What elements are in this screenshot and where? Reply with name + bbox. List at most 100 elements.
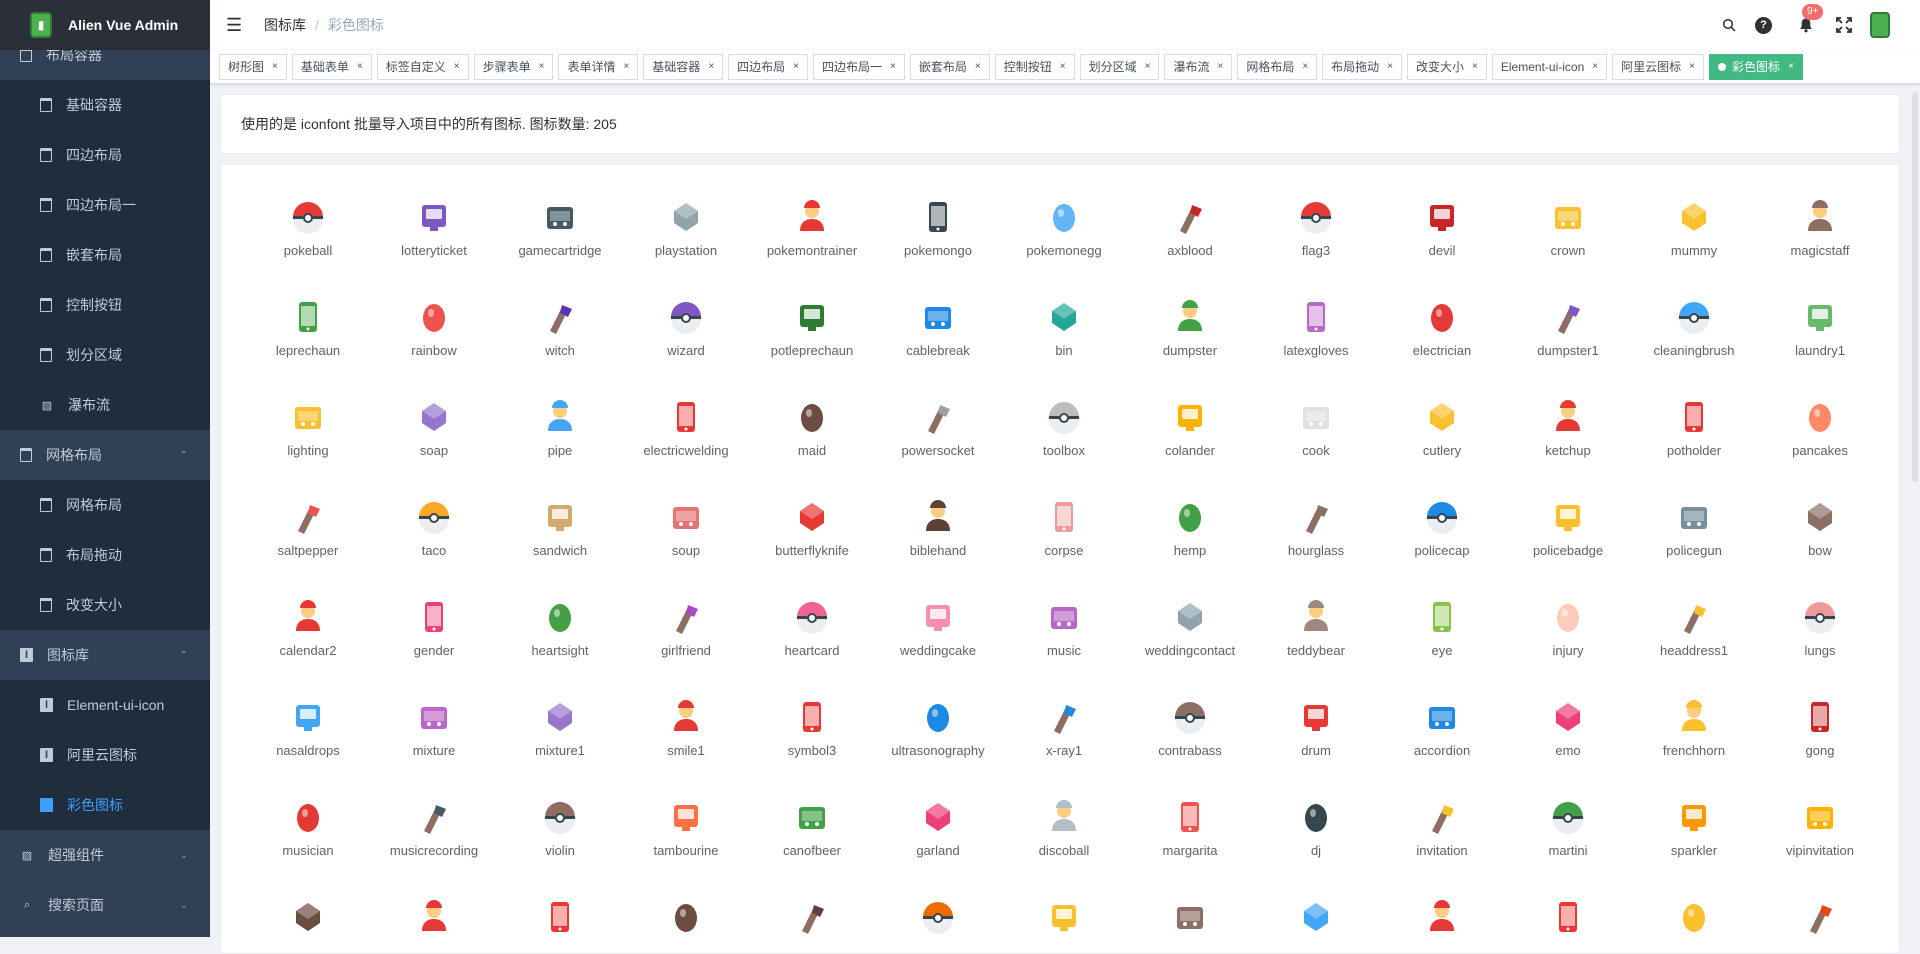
icon-cell[interactable]: crown [1505,195,1631,295]
close-icon[interactable]: × [1788,61,1794,72]
icon-cell[interactable]: lungs [1757,595,1883,695]
icon-cell[interactable]: injury [1505,595,1631,695]
tag-item[interactable]: 步骤表单 × [473,53,554,80]
icon-cell[interactable]: taco [371,495,497,595]
icon-cell[interactable] [749,895,875,953]
icon-cell[interactable] [1379,895,1505,953]
icon-cell[interactable] [1127,895,1253,953]
sidebar-item[interactable]: 控制按钮 [0,280,210,330]
tag-item[interactable]: 四边布局 × [728,53,809,80]
icon-cell[interactable]: dumpster [1127,295,1253,395]
search-icon[interactable] [1717,13,1741,37]
close-icon[interactable]: × [454,61,460,72]
icon-cell[interactable]: weddingcake [875,595,1001,695]
close-icon[interactable]: × [1472,61,1478,72]
tag-item[interactable]: 控制按钮 × [994,53,1075,80]
icon-cell[interactable]: cleaningbrush [1631,295,1757,395]
close-icon[interactable]: × [357,61,363,72]
icon-cell[interactable]: electricwelding [623,395,749,495]
tag-item[interactable]: 标签自定义 × [376,53,469,80]
sidebar-item[interactable]: I 图标库 ⌃ [0,630,210,680]
icon-cell[interactable]: bin [1001,295,1127,395]
icon-cell[interactable]: cook [1253,395,1379,495]
icon-cell[interactable]: gamecartridge [497,195,623,295]
icon-cell[interactable]: ketchup [1505,395,1631,495]
icon-cell[interactable]: heartsight [497,595,623,695]
icon-cell[interactable]: maid [749,395,875,495]
icon-cell[interactable]: pokemontrainer [749,195,875,295]
icon-cell[interactable]: contrabass [1127,695,1253,795]
tag-item[interactable]: 网格布局 × [1237,53,1318,80]
icon-cell[interactable]: latexgloves [1253,295,1379,395]
sidebar-item[interactable]: 四边布局 [0,130,210,180]
icon-cell[interactable]: biblehand [875,495,1001,595]
icon-cell[interactable]: eye [1379,595,1505,695]
icon-cell[interactable]: saltpepper [245,495,371,595]
icon-cell[interactable]: axblood [1127,195,1253,295]
fullscreen-icon[interactable] [1832,13,1856,37]
icon-cell[interactable]: heartcard [749,595,875,695]
icon-cell[interactable]: devil [1379,195,1505,295]
icon-cell[interactable]: mixture [371,695,497,795]
icon-cell[interactable]: canofbeer [749,795,875,895]
icon-cell[interactable]: margarita [1127,795,1253,895]
icon-cell[interactable]: musicrecording [371,795,497,895]
icon-cell[interactable]: symbol3 [749,695,875,795]
icon-cell[interactable]: girlfriend [623,595,749,695]
tag-item[interactable]: 表单详情 × [558,53,639,80]
icon-cell[interactable]: soup [623,495,749,595]
icon-cell[interactable]: emo [1505,695,1631,795]
icon-cell[interactable]: potholder [1631,395,1757,495]
close-icon[interactable]: × [272,61,278,72]
icon-cell[interactable]: policecap [1379,495,1505,595]
icon-cell[interactable]: hemp [1127,495,1253,595]
sidebar-item[interactable]: I Element-ui-icon [0,680,210,730]
sidebar-item[interactable]: 划分区域 [0,330,210,380]
sidebar-item[interactable]: 网格布局 ⌃ [0,430,210,480]
icon-cell[interactable]: cutlery [1379,395,1505,495]
icon-cell[interactable]: potleprechaun [749,295,875,395]
sidebar-item[interactable]: 四边布局一 [0,180,210,230]
sidebar-item[interactable]: 基础容器 [0,80,210,130]
icon-cell[interactable]: powersocket [875,395,1001,495]
icon-cell[interactable]: policegun [1631,495,1757,595]
icon-cell[interactable]: flag3 [1253,195,1379,295]
icon-cell[interactable]: dumpster1 [1505,295,1631,395]
icon-cell[interactable]: discoball [1001,795,1127,895]
icon-cell[interactable] [875,895,1001,953]
icon-cell[interactable]: colander [1127,395,1253,495]
sidebar-item[interactable]: I 阿里云图标 [0,730,210,780]
icon-cell[interactable] [1505,895,1631,953]
icon-cell[interactable]: sparkler [1631,795,1757,895]
icon-cell[interactable]: pancakes [1757,395,1883,495]
icon-cell[interactable]: nasaldrops [245,695,371,795]
icon-cell[interactable] [1001,895,1127,953]
tag-item[interactable]: Element-ui-icon × [1491,53,1608,80]
tag-item[interactable]: 嵌套布局 × [909,53,990,80]
icon-cell[interactable]: mixture1 [497,695,623,795]
tag-item[interactable]: 树形图 × [219,53,287,80]
icon-cell[interactable]: music [1001,595,1127,695]
icon-cell[interactable]: frenchhorn [1631,695,1757,795]
icon-cell[interactable]: calendar2 [245,595,371,695]
icon-cell[interactable]: invitation [1379,795,1505,895]
icon-cell[interactable] [371,895,497,953]
icon-cell[interactable]: weddingcontact [1127,595,1253,695]
icon-cell[interactable]: leprechaun [245,295,371,395]
sidebar-item[interactable]: ▨ 瀑布流 [0,380,210,430]
icon-cell[interactable]: pokeball [245,195,371,295]
icon-cell[interactable]: vipinvitation [1757,795,1883,895]
icon-cell[interactable]: tambourine [623,795,749,895]
close-icon[interactable]: × [1387,61,1393,72]
icon-cell[interactable]: wizard [623,295,749,395]
icon-cell[interactable]: lotteryticket [371,195,497,295]
icon-cell[interactable]: pokemongo [875,195,1001,295]
icon-cell[interactable]: x-ray1 [1001,695,1127,795]
avatar[interactable] [1870,12,1890,38]
sidebar-item[interactable]: ⌕ 搜索页面 ⌄ [0,880,210,930]
close-icon[interactable]: × [1060,61,1066,72]
icon-cell[interactable]: butterflyknife [749,495,875,595]
icon-cell[interactable] [1631,895,1757,953]
close-icon[interactable]: × [1145,61,1151,72]
icon-cell[interactable]: rainbow [371,295,497,395]
